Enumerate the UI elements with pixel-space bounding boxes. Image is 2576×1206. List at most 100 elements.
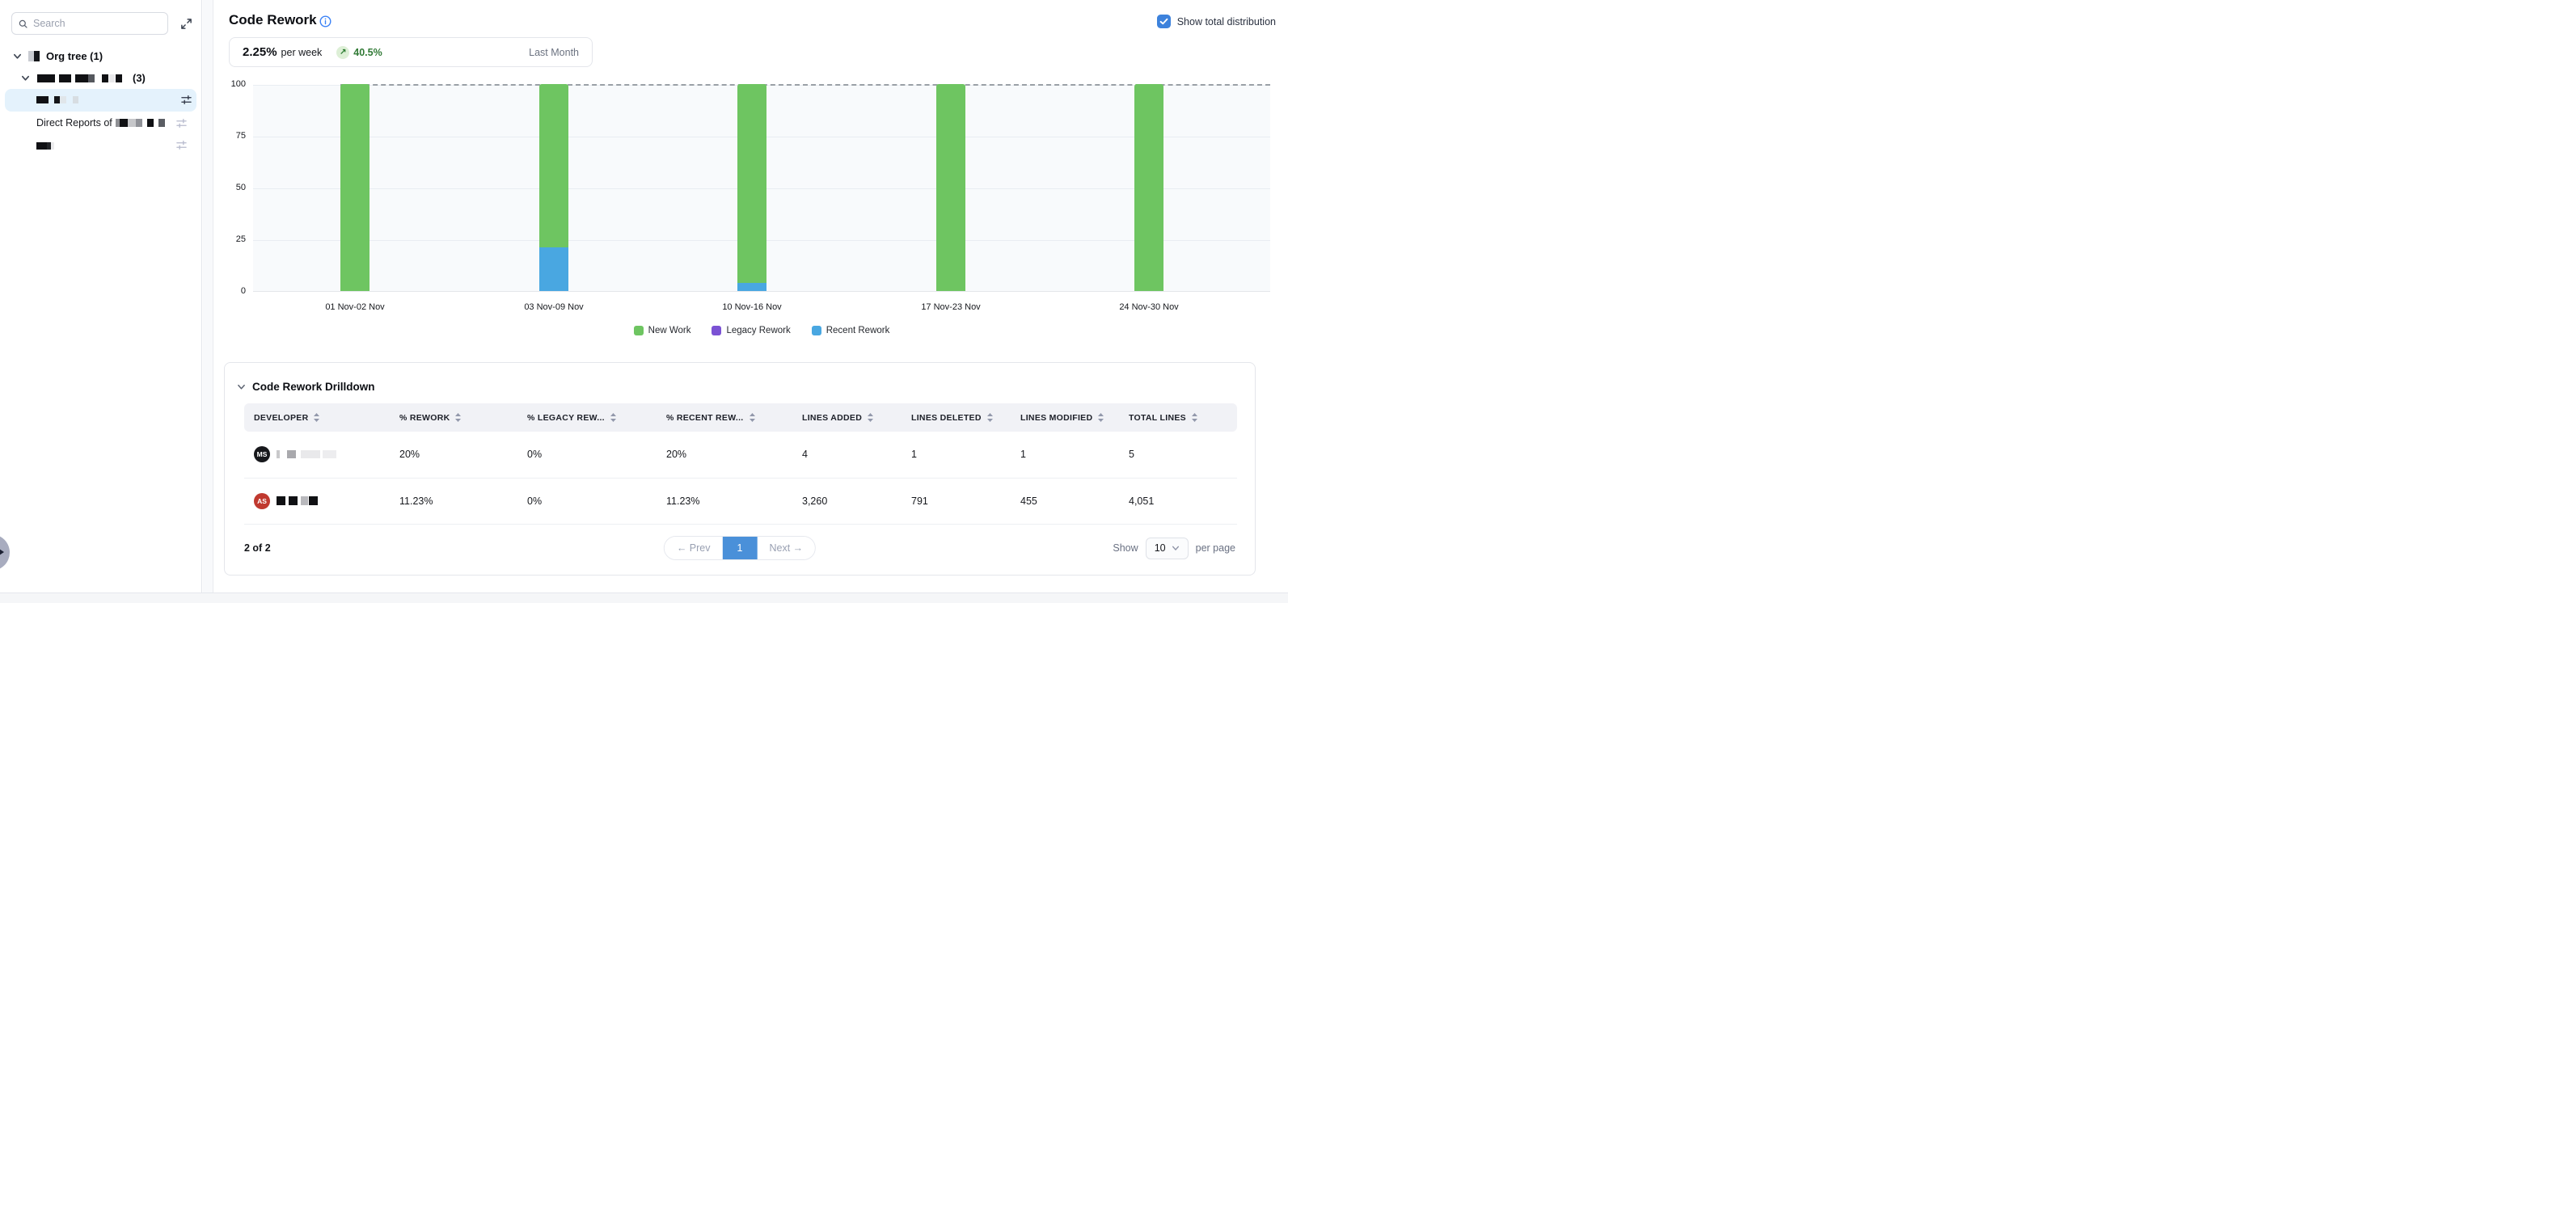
checkbox-checked-icon[interactable] — [1157, 15, 1171, 28]
rework-unit: per week — [281, 47, 323, 58]
cell-deleted: 791 — [895, 478, 1004, 524]
page-title: Code Rework — [229, 12, 317, 28]
trend-up-icon: ↗ — [336, 46, 349, 59]
show-total-distribution-label: Show total distribution — [1177, 16, 1276, 27]
next-page-button[interactable]: Next → — [758, 537, 816, 559]
y-tick-label: 0 — [217, 286, 246, 296]
sort-icon[interactable] — [987, 413, 993, 422]
cell-legacy: 0% — [511, 432, 650, 478]
redacted-filter-name — [36, 96, 78, 103]
col-lines-modified[interactable]: LINES MODIFIED — [1004, 403, 1113, 432]
cell-modified: 455 — [1004, 478, 1113, 524]
page-size-select[interactable]: 10 — [1146, 538, 1189, 559]
chevron-down-icon[interactable] — [13, 52, 22, 61]
sidebar-item-direct-reports[interactable]: Direct Reports of — [36, 117, 165, 129]
x-tick-label: 01 Nov-02 Nov — [302, 302, 408, 312]
play-right-icon — [0, 547, 4, 557]
sort-icon[interactable] — [314, 413, 319, 422]
sort-icon[interactable] — [868, 413, 873, 422]
show-total-distribution-toggle[interactable]: Show total distribution — [1157, 15, 1276, 28]
filter-sliders-icon[interactable] — [176, 118, 187, 129]
cell-rework: 20% — [383, 432, 511, 478]
chart-plot — [253, 85, 1270, 292]
filter-sliders-icon[interactable] — [176, 140, 187, 150]
expand-sidebar-icon[interactable] — [179, 16, 193, 31]
drilldown-header[interactable]: Code Rework Drilldown — [237, 381, 375, 393]
avatar: AS — [254, 493, 270, 509]
legend-label: Legacy Rework — [726, 326, 790, 335]
bottom-divider — [0, 592, 1288, 603]
table-row[interactable]: MS 20% 0% 20% 4 1 1 5 — [244, 432, 1237, 478]
sidebar-item-team[interactable]: (3) — [21, 72, 146, 84]
cell-modified: 1 — [1004, 432, 1113, 478]
col-developer[interactable]: DEVELOPER — [244, 403, 383, 432]
period-label: Last Month — [529, 47, 579, 58]
redacted-item-name — [36, 142, 54, 150]
col-legacy-rework[interactable]: % LEGACY REW... — [511, 403, 650, 432]
search-box[interactable] — [11, 12, 168, 35]
sort-icon[interactable] — [455, 413, 461, 422]
cell-deleted: 1 — [895, 432, 1004, 478]
cell-legacy: 0% — [511, 478, 650, 524]
total-reference-line — [340, 84, 1270, 86]
redacted-developer-name — [277, 496, 318, 505]
legend-item-legacy-rework[interactable]: Legacy Rework — [712, 326, 790, 335]
direct-reports-label: Direct Reports of — [36, 117, 112, 129]
rework-delta-badge: ↗ 40.5% — [336, 46, 382, 59]
search-icon — [19, 19, 27, 28]
legend-swatch-icon — [812, 326, 821, 335]
col-lines-added[interactable]: LINES ADDED — [786, 403, 895, 432]
page-size-control: Show 10 per page — [1113, 538, 1235, 559]
drilldown-table: DEVELOPER % REWORK % LEGACY REW... % REC… — [244, 403, 1237, 525]
sort-icon[interactable] — [750, 413, 755, 422]
drilldown-title: Code Rework Drilldown — [252, 381, 375, 393]
collapse-chevron-icon[interactable] — [237, 382, 246, 391]
chevron-down-icon[interactable] — [21, 74, 30, 82]
x-tick-label: 24 Nov-30 Nov — [1096, 302, 1201, 312]
cell-recent: 11.23% — [650, 478, 786, 524]
info-icon[interactable] — [319, 15, 332, 27]
sort-icon[interactable] — [610, 413, 616, 422]
legend-item-new-work[interactable]: New Work — [634, 326, 691, 335]
y-tick-label: 75 — [217, 131, 246, 141]
legend-label: Recent Rework — [826, 326, 890, 335]
filter-sliders-icon[interactable] — [181, 95, 192, 105]
search-input[interactable] — [33, 18, 146, 29]
legend-item-recent-rework[interactable]: Recent Rework — [812, 326, 890, 335]
col-total-lines[interactable]: TOTAL LINES — [1113, 403, 1237, 432]
pagination: ← Prev 1 Next → — [664, 536, 816, 560]
cell-added: 4 — [786, 432, 895, 478]
sidebar-gutter — [203, 0, 213, 592]
col-recent-rework[interactable]: % RECENT REW... — [650, 403, 786, 432]
current-page-button[interactable]: 1 — [723, 537, 758, 559]
x-tick-label: 17 Nov-23 Nov — [898, 302, 1003, 312]
legend-swatch-icon — [712, 326, 721, 335]
legend-swatch-icon — [634, 326, 644, 335]
team-count-label: (3) — [133, 72, 146, 84]
cell-added: 3,260 — [786, 478, 895, 524]
bar-10-nov-16-nov — [737, 84, 766, 291]
redacted-manager-name — [116, 119, 165, 127]
table-footer: 2 of 2 ← Prev 1 Next → Show 10 per page — [244, 536, 1235, 560]
rework-delta-value: 40.5% — [353, 47, 382, 58]
bar-24-nov-30-nov — [1134, 84, 1163, 291]
sidebar-item-selected-filter[interactable] — [5, 89, 196, 112]
avatar: MS — [254, 446, 270, 462]
org-tree-label: Org tree (1) — [46, 50, 103, 62]
bar-17-nov-23-nov — [936, 84, 965, 291]
sidebar-item-other[interactable] — [36, 142, 54, 150]
bar-01-nov-02-nov — [340, 84, 370, 291]
sidebar-item-org-tree[interactable]: Org tree (1) — [13, 50, 103, 62]
chevron-down-icon — [1172, 544, 1180, 552]
prev-page-button[interactable]: ← Prev — [665, 537, 723, 559]
col-lines-deleted[interactable]: LINES DELETED — [895, 403, 1004, 432]
per-page-label: per page — [1196, 542, 1235, 554]
rework-stat-card: 2.25% per week ↗ 40.5% Last Month — [229, 37, 593, 67]
col-rework[interactable]: % REWORK — [383, 403, 511, 432]
y-tick-label: 100 — [217, 79, 246, 89]
sort-icon[interactable] — [1192, 413, 1197, 422]
sort-icon[interactable] — [1098, 413, 1104, 422]
cell-total: 5 — [1113, 432, 1237, 478]
table-row[interactable]: AS 11.23% 0% 11.23% 3,260 791 455 4,051 — [244, 478, 1237, 524]
show-label: Show — [1113, 542, 1138, 554]
